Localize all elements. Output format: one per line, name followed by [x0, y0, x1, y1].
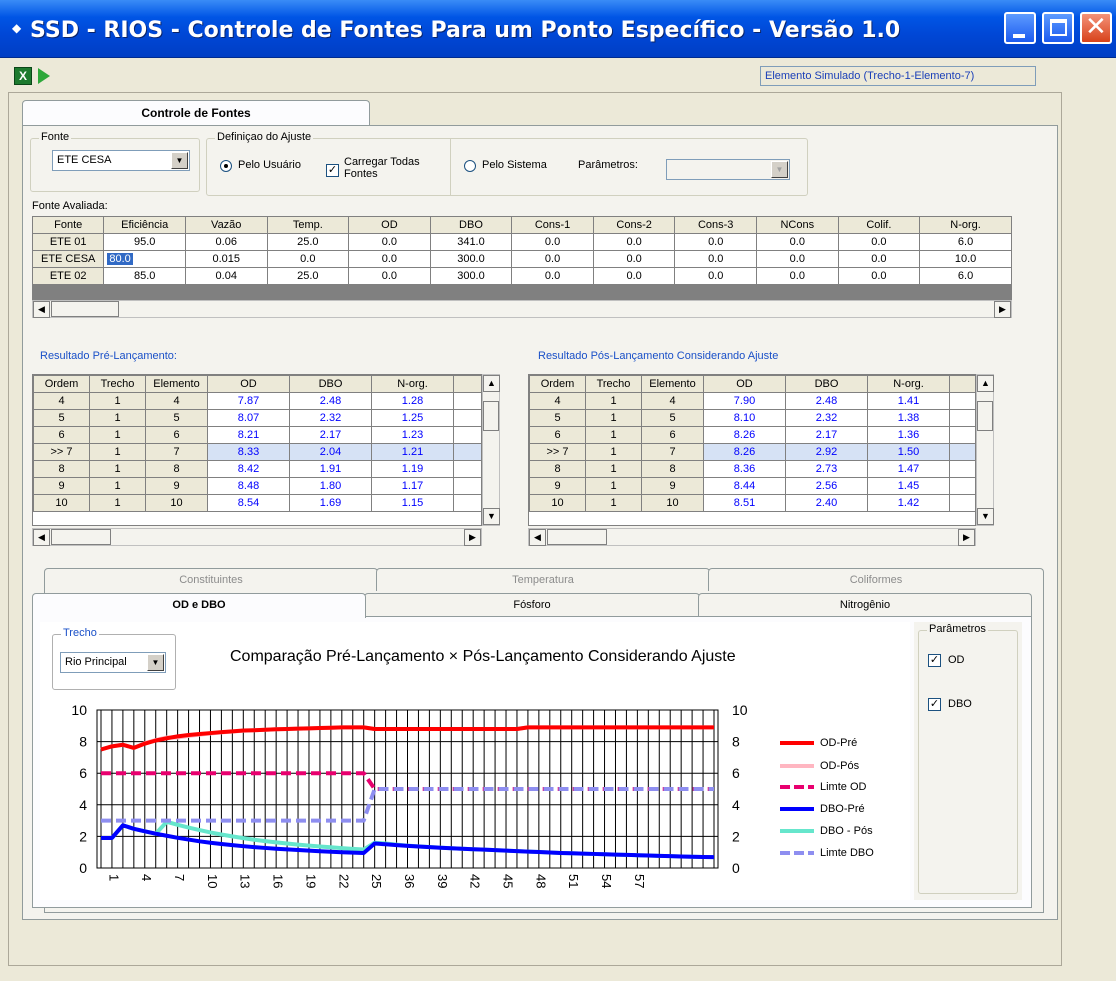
x-tick-label: 51: [566, 874, 581, 888]
legend-swatch: [780, 785, 814, 790]
y-tick-label-right: 4: [732, 797, 740, 813]
legend-swatch: [780, 829, 814, 834]
x-tick-label: 42: [468, 874, 483, 888]
od-checkbox[interactable]: ✓: [928, 654, 941, 667]
y-tick-label-right: 10: [732, 702, 748, 718]
legend-label: Limte DBO: [820, 847, 874, 859]
legend-dbo-pre: DBO-Pré: [780, 803, 865, 815]
legend-swatch: [780, 851, 814, 856]
od-checkbox-label: OD: [948, 654, 965, 666]
legend-label: DBO-Pré: [820, 803, 865, 815]
x-tick-label: 7: [172, 874, 187, 881]
y-tick-label-left: 2: [79, 828, 87, 844]
legend-label: DBO - Pós: [820, 825, 873, 837]
legend-od-pos: OD-Pós: [780, 760, 859, 772]
parametros-group: Parâmetros: [918, 623, 1018, 894]
y-tick-label-left: 10: [71, 702, 87, 718]
legend-limite-dbo: Limte DBO: [780, 847, 874, 859]
y-tick-label-left: 8: [79, 734, 87, 750]
dbo-checkbox[interactable]: ✓: [928, 698, 941, 711]
x-tick-label: 36: [402, 874, 417, 888]
x-tick-label: 1: [106, 874, 121, 881]
x-tick-label: 10: [205, 874, 220, 888]
y-tick-label-right: 2: [732, 828, 740, 844]
legend-swatch: [780, 807, 814, 812]
legend-limite-od: Limte OD: [780, 781, 866, 793]
x-tick-label: 16: [271, 874, 286, 888]
x-tick-label: 45: [500, 874, 515, 888]
x-tick-label: 4: [139, 874, 154, 881]
legend-swatch: [780, 741, 814, 746]
x-tick-label: 48: [533, 874, 548, 888]
y-tick-label-right: 8: [732, 734, 740, 750]
x-tick-label: 57: [632, 874, 647, 888]
y-tick-label-left: 4: [79, 797, 87, 813]
x-tick-label: 22: [336, 874, 351, 888]
legend-dbo-pos: DBO - Pós: [780, 825, 873, 837]
legend-swatch: [780, 764, 814, 769]
y-tick-label-left: 0: [79, 860, 87, 876]
legend-od-pre: OD-Pré: [780, 737, 857, 749]
y-tick-label-right: 0: [732, 860, 740, 876]
legend-label: OD-Pré: [820, 737, 858, 749]
x-tick-label: 19: [303, 874, 318, 888]
parametros-group-title: Parâmetros: [927, 623, 988, 635]
x-tick-label: 13: [238, 874, 253, 888]
dbo-checkbox-label: DBO: [948, 698, 972, 710]
x-tick-label: 39: [435, 874, 450, 888]
y-tick-label-right: 6: [732, 765, 740, 781]
x-tick-label: 25: [369, 874, 384, 888]
y-tick-label-left: 6: [79, 765, 87, 781]
legend-label: Limte OD: [820, 781, 867, 793]
legend-label: OD-Pós: [820, 760, 860, 772]
x-tick-label: 54: [599, 874, 614, 888]
tab-od-e-dbo[interactable]: OD e DBO: [32, 593, 366, 618]
